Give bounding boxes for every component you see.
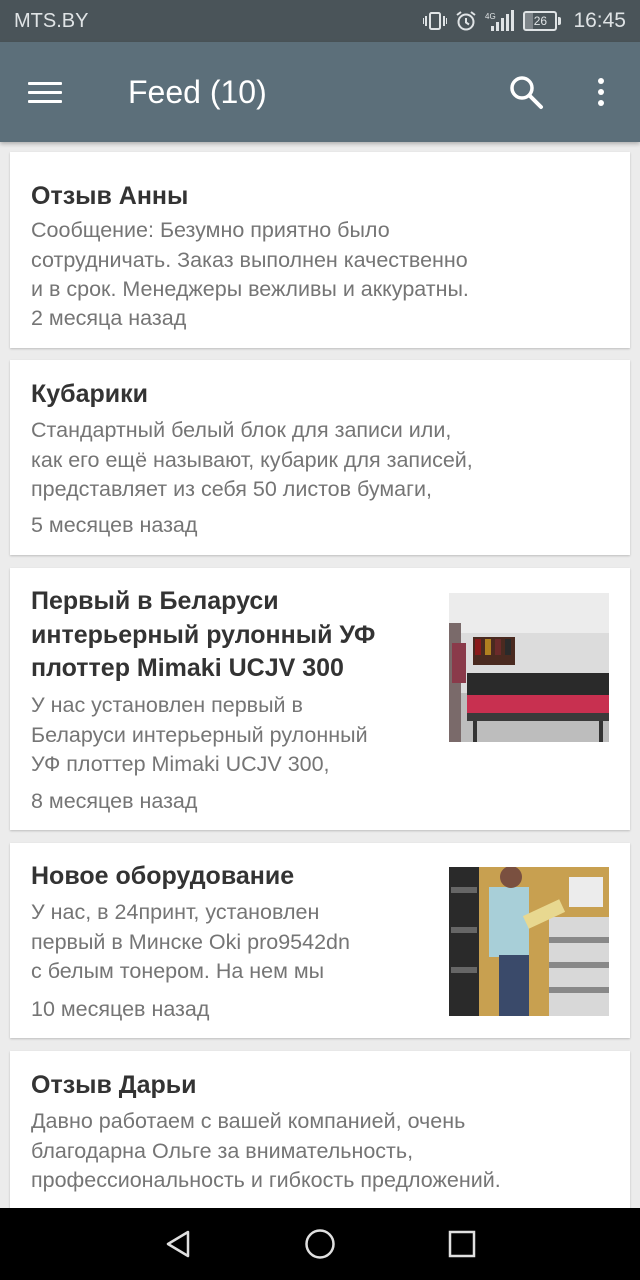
feed-item-text: Стандартный белый блок для записи или, к… [31,416,473,505]
page-title: Feed (10) [128,74,267,110]
text-line: У нас установлен первый в [31,693,303,717]
title-line: Первый в Беларуси [31,587,279,615]
feed-item-time: 10 месяцев назад [31,997,210,1021]
text-line: Беларуси интерьерный рулонный [31,722,368,747]
title-line: интерьерный рулонный УФ [31,620,376,649]
feed-item[interactable]: Новое оборудование У нас, в 24принт, уст… [10,843,630,1038]
feed-item-text: У нас установлен первый в Беларуси интер… [31,691,368,780]
battery-level: 26 [533,14,548,28]
text-line: Стандартный белый блок для записи или, [31,418,452,442]
text-line: Давно работаем с вашей компанией, очень [31,1109,466,1133]
feed-item-time: 5 месяцев назад [31,513,198,537]
feed-item-time: 2 месяца назад [31,306,187,330]
text-line: профессиональность и гибкость предложени… [31,1168,501,1192]
text-line: благодарна Ольге за внимательность, [31,1138,414,1163]
text-line: У нас, в 24принт, установлен [31,900,320,924]
feed-item[interactable]: Кубарики Стандартный белый блок для запи… [10,360,630,555]
feed-item[interactable]: Отзыв Анны Сообщение: Безумно приятно бы… [10,152,630,348]
feed-item-text: У нас, в 24принт, установлен первый в Ми… [31,898,350,987]
feed-item-text: Давно работаем с вашей компанией, очень … [31,1107,501,1196]
text-line: с белым тонером. На нем мы [31,959,325,983]
feed-item-title: Отзыв Анны [31,182,189,210]
menu-icon[interactable] [28,72,68,112]
back-icon[interactable] [162,1228,194,1265]
feed-item-title: Кубарики [31,380,149,408]
text-line: как его ещё называют, кубарик для записе… [31,447,473,472]
system-nav-bar [0,1208,640,1280]
feed-item[interactable]: Первый в Беларуси интерьерный рулонный У… [10,568,630,830]
printer-photo [449,867,609,1016]
feed-item[interactable]: Отзыв Дарьи Давно работаем с вашей компа… [10,1051,630,1208]
carrier-label: MTS.BY [14,9,89,32]
more-options-icon[interactable] [586,74,616,110]
title-line: плоттер Mimaki UCJV 300 [31,654,344,682]
clock: 16:45 [573,9,626,32]
status-bar: MTS.BY 4G 26 16:45 [0,0,640,42]
vibrate-icon [423,11,448,31]
text-line: УФ плоттер Mimaki UCJV 300, [31,752,330,776]
feed-item-title: Новое оборудование [31,862,295,890]
recent-apps-icon[interactable] [448,1230,476,1263]
battery-icon: 26 [523,11,562,31]
feed-item-text: Сообщение: Безумно приятно было сотрудни… [31,216,469,305]
status-icons: 4G 26 16:45 [423,9,626,33]
home-icon[interactable] [304,1228,336,1265]
app-toolbar: Feed (10) [0,42,640,142]
alarm-icon [455,10,477,32]
svg-text:4G: 4G [485,12,496,21]
feed-item-title: Отзыв Дарьи [31,1071,197,1099]
feed-item-title: Первый в Беларуси интерьерный рулонный У… [31,585,375,686]
feed-item-time: 8 месяцев назад [31,789,198,813]
feed-list: Отзыв Анны Сообщение: Безумно приятно бы… [0,142,640,1208]
text-line: представляет из себя 50 листов бумаги, [31,477,432,501]
signal-icon: 4G [485,10,515,32]
plotter-photo [449,593,609,742]
search-icon[interactable] [508,74,544,110]
text-line: и в срок. Менеджеры вежливы и аккуратны. [31,277,469,301]
text-line: сотрудничать. Заказ выполнен качественно [31,247,468,272]
text-line: первый в Минске Oki pro9542dn [31,929,350,954]
text-line: Сообщение: Безумно приятно было [31,218,390,242]
